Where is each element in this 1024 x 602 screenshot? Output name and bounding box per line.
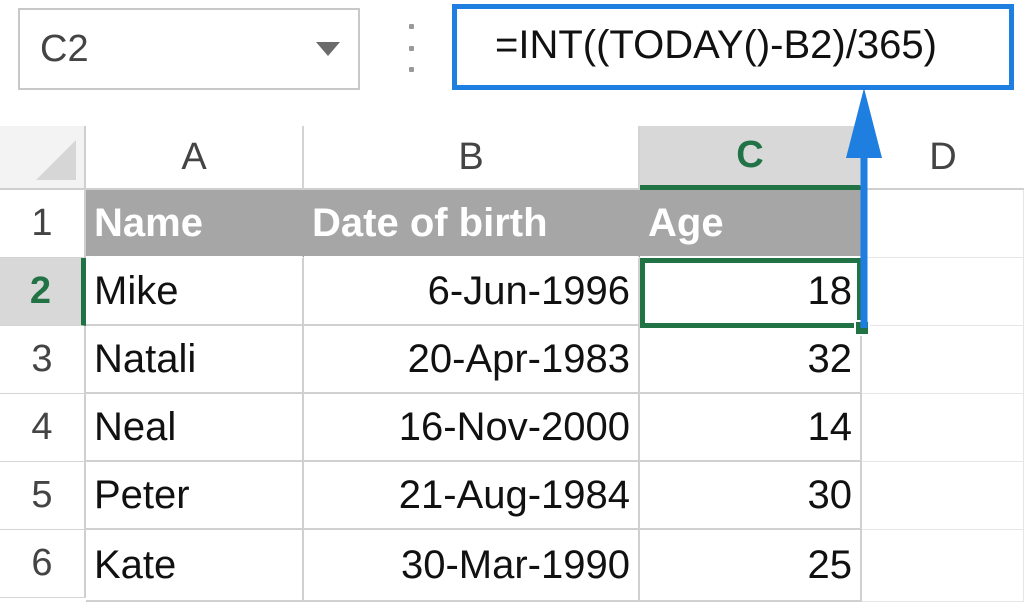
cell-d6[interactable] (862, 530, 1024, 602)
row-header-6[interactable]: 6 (0, 530, 86, 598)
cell-b5[interactable]: 21-Aug-1984 (304, 462, 640, 530)
formula-bar-area: C2 =INT((TODAY()-B2)/365) (0, 0, 1024, 126)
formula-input[interactable]: =INT((TODAY()-B2)/365) (452, 4, 1014, 90)
cell-a2[interactable]: Mike (86, 258, 304, 326)
name-box[interactable]: C2 (18, 8, 360, 90)
cell-b4[interactable]: 16-Nov-2000 (304, 394, 640, 462)
cell-d5[interactable] (862, 462, 1024, 530)
formula-text: =INT((TODAY()-B2)/365) (495, 23, 937, 67)
row-header-1[interactable]: 1 (0, 190, 86, 258)
cell-b2[interactable]: 6-Jun-1996 (304, 258, 640, 326)
fill-handle[interactable] (854, 320, 870, 336)
select-all-corner[interactable] (0, 126, 86, 190)
cell-c1[interactable]: Age (640, 190, 862, 258)
name-box-value: C2 (40, 28, 89, 70)
column-header-a[interactable]: A (86, 126, 304, 190)
column-header-b[interactable]: B (304, 126, 640, 190)
cell-c6[interactable]: 25 (640, 530, 862, 602)
cell-d1[interactable] (862, 190, 1024, 258)
select-all-icon (36, 140, 76, 180)
cell-a1[interactable]: Name (86, 190, 304, 258)
cell-a6[interactable]: Kate (86, 530, 304, 602)
cell-b6[interactable]: 30-Mar-1990 (304, 530, 640, 602)
cell-c2[interactable]: 18 (640, 258, 862, 326)
cell-d4[interactable] (862, 394, 1024, 462)
cell-c3[interactable]: 32 (640, 326, 862, 394)
cell-c5[interactable]: 30 (640, 462, 862, 530)
vertical-dots-icon[interactable] (404, 24, 418, 72)
cell-d3[interactable] (862, 326, 1024, 394)
cell-b3[interactable]: 20-Apr-1983 (304, 326, 640, 394)
cell-c4[interactable]: 14 (640, 394, 862, 462)
row-header-5[interactable]: 5 (0, 462, 86, 530)
cell-a5[interactable]: Peter (86, 462, 304, 530)
row-header-3[interactable]: 3 (0, 326, 86, 394)
column-header-c[interactable]: C (640, 126, 862, 190)
row-header-4[interactable]: 4 (0, 394, 86, 462)
column-header-d[interactable]: D (862, 126, 1024, 190)
row-header-2[interactable]: 2 (0, 258, 86, 326)
cell-a4[interactable]: Neal (86, 394, 304, 462)
cell-a3[interactable]: Natali (86, 326, 304, 394)
cell-d2[interactable] (862, 258, 1024, 326)
cell-b1[interactable]: Date of birth (304, 190, 640, 258)
chevron-down-icon[interactable] (316, 42, 340, 56)
